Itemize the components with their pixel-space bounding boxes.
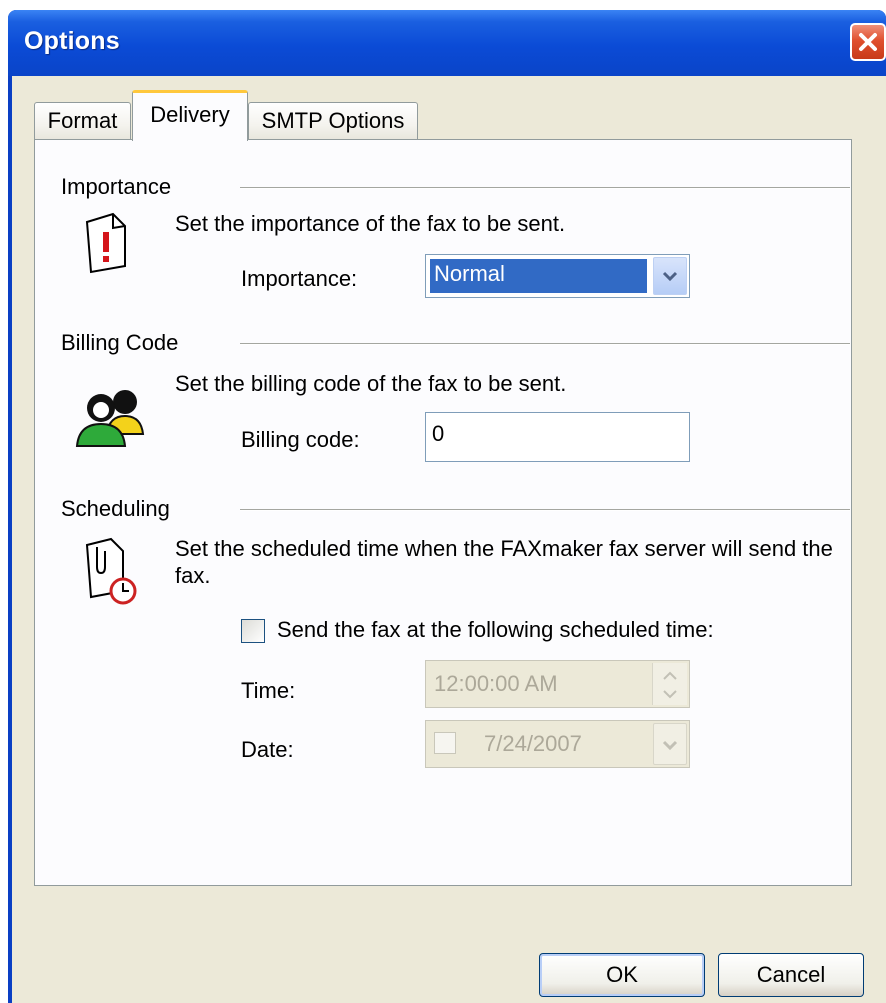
scheduled-time-checkbox-label[interactable]: Send the fax at the following scheduled … [277,617,714,643]
section-divider [240,187,850,189]
time-picker[interactable]: 12:00:00 AM [425,660,690,708]
date-value: 7/24/2007 [484,731,582,756]
title-bar[interactable]: Options [8,10,886,76]
section-divider [240,509,850,511]
billing-code-label: Billing code: [241,427,360,452]
scheduled-time-checkbox[interactable] [241,619,265,643]
billing-description: Set the billing code of the fax to be se… [175,371,567,396]
scheduling-section-label: Scheduling [61,496,170,521]
tab-delivery[interactable]: Delivery [132,90,248,141]
scheduling-description: Set the scheduled time when the FAXmaker… [175,536,833,588]
close-button[interactable] [850,23,886,61]
close-icon [859,33,877,51]
window-title: Options [24,27,120,55]
tab-smtp-options[interactable]: SMTP Options [248,102,418,140]
chevron-down-icon [662,740,678,751]
date-label: Date: [241,737,294,762]
ok-button[interactable]: OK [539,953,705,997]
importance-section-label: Importance [61,174,172,199]
options-dialog: Options Format Delivery SMTP Options Imp… [8,10,886,1003]
chevron-down-icon [662,271,678,282]
users-icon [75,390,145,447]
dialog-client: Format Delivery SMTP Options Importance … [12,76,886,1003]
delivery-panel: Importance Set the importance of the fax… [34,139,852,886]
schedule-clock-icon [85,537,137,605]
importance-dropdown-button[interactable] [653,257,687,295]
date-checkbox[interactable] [434,732,456,754]
cancel-button[interactable]: Cancel [718,953,864,997]
date-picker[interactable]: 7/24/2007 [425,720,690,768]
billing-section-label: Billing Code [61,330,179,355]
tab-format[interactable]: Format [34,102,131,140]
importance-description: Set the importance of the fax to be sent… [175,211,566,236]
importance-label: Importance: [241,266,358,291]
time-spinner[interactable] [652,663,687,705]
date-dropdown-button[interactable] [653,723,687,765]
spin-arrows-icon [663,671,677,699]
importance-value: Normal [430,259,647,293]
importance-icon [85,212,126,274]
importance-select[interactable]: Normal [425,254,690,298]
billing-code-input[interactable]: 0 [425,412,690,462]
section-divider [240,343,850,345]
time-value: 12:00:00 AM [434,671,558,696]
time-label: Time: [241,678,296,703]
